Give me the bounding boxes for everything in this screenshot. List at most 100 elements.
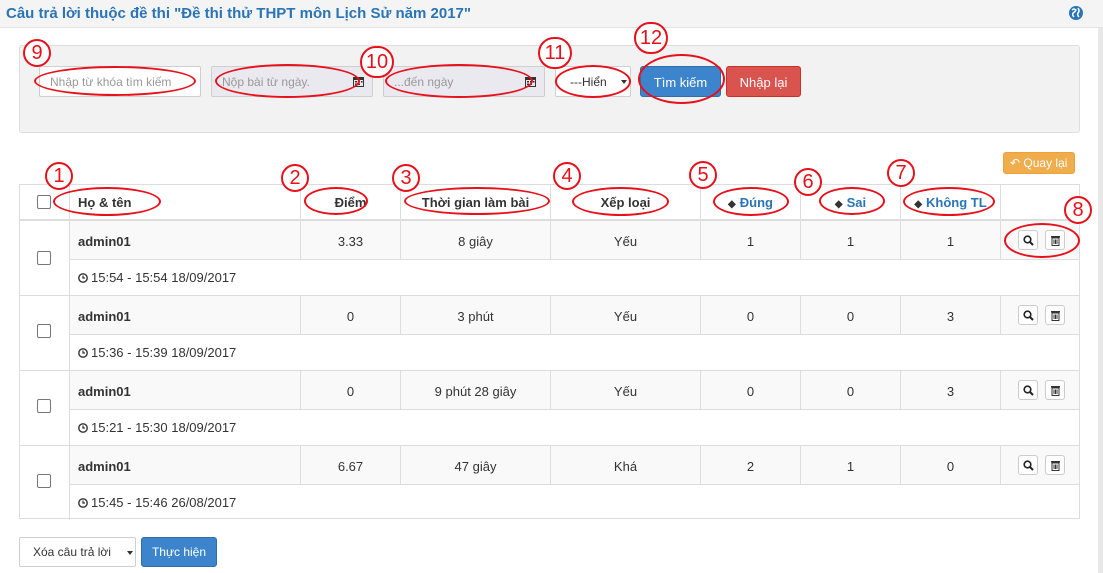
cell-rank: Yếu: [551, 371, 701, 410]
row-select-cell: [20, 296, 70, 370]
cell-duration: 47 giây: [401, 446, 551, 485]
delete-button[interactable]: [1045, 305, 1065, 325]
search-button[interactable]: Tìm kiếm: [640, 66, 721, 97]
submission-time: 15:45 - 15:46 26/08/2017: [78, 495, 236, 510]
row-select-cell: [20, 446, 70, 520]
cell-duration: 9 phút 28 giây: [401, 371, 551, 410]
header-select-cell: [20, 185, 70, 220]
submission-time-text: 15:36 - 15:39 18/09/2017: [91, 345, 237, 360]
view-button[interactable]: [1018, 230, 1038, 250]
cell-correct: 0: [701, 371, 801, 410]
keyword-search-input[interactable]: Nhập từ khóa tìm kiếm: [39, 66, 201, 97]
annotation-number: 12: [634, 22, 668, 54]
execute-button[interactable]: Thực hiện: [141, 537, 217, 567]
annotation-number: 7: [887, 159, 915, 187]
header-correct[interactable]: ◆ Đúng: [701, 185, 801, 220]
view-button[interactable]: [1018, 380, 1038, 400]
table-row: admin01 0 3 phút Yếu 0 0 3 15:36 - 15:39…: [20, 296, 1079, 371]
reset-button[interactable]: Nhập lại: [726, 66, 801, 97]
header-rank: Xếp loại: [551, 185, 701, 220]
clock-icon: [78, 273, 88, 283]
cell-correct: 2: [701, 446, 801, 485]
caret-down-icon: [127, 551, 133, 555]
clock-icon: [78, 423, 88, 433]
annotation-number: 1: [45, 162, 73, 190]
cell-correct: 0: [701, 296, 801, 335]
view-button[interactable]: [1018, 305, 1038, 325]
scrollbar[interactable]: [1098, 28, 1103, 573]
select-all-checkbox[interactable]: [37, 195, 51, 209]
undo-icon: ↶: [1010, 156, 1021, 170]
row-checkbox[interactable]: [37, 474, 51, 488]
sort-icon: ◆: [728, 199, 736, 210]
delete-button[interactable]: [1045, 380, 1065, 400]
cell-score: 6.67: [301, 446, 401, 485]
annotation-number: 5: [689, 161, 717, 189]
calendar-icon[interactable]: [525, 76, 536, 87]
cell-score: 3.33: [301, 221, 401, 260]
table-row: admin01 0 9 phút 28 giây Yếu 0 0 3 15:21…: [20, 371, 1079, 446]
cell-blank: 0: [901, 446, 1001, 485]
to-date-placeholder: ...đến ngày: [394, 75, 454, 89]
sort-icon: ◆: [914, 199, 923, 210]
cell-wrong: 1: [801, 221, 901, 260]
annotation-number: 2: [281, 164, 309, 192]
answers-table: Họ & tên Điểm Thời gian làm bài Xếp loại…: [19, 184, 1080, 520]
cell-score: 0: [301, 296, 401, 335]
clock-icon: [78, 348, 88, 358]
row-checkbox[interactable]: [37, 324, 51, 338]
header-name: Họ & tên: [70, 185, 301, 220]
globe-icon[interactable]: [1068, 5, 1084, 21]
cell-name: admin01: [70, 221, 301, 260]
annotation-number: 11: [538, 37, 572, 69]
cell-name: admin01: [70, 296, 301, 335]
trash-icon: [1050, 236, 1060, 246]
cell-rank: Yếu: [551, 221, 701, 260]
cell-wrong: 0: [801, 296, 901, 335]
header-correct-label: Đúng: [739, 195, 773, 210]
bulk-action-value: Xóa câu trả lời: [33, 545, 111, 559]
caret-down-icon: [621, 80, 627, 84]
cell-blank: 1: [901, 221, 1001, 260]
delete-button[interactable]: [1045, 230, 1065, 250]
cell-duration: 8 giây: [401, 221, 551, 260]
cell-name: admin01: [70, 371, 301, 410]
rank-select-value: ---Hiển: [570, 75, 607, 89]
keyword-placeholder: Nhập từ khóa tìm kiếm: [50, 75, 172, 89]
header-blank[interactable]: ◆ Không TL: [901, 185, 1001, 220]
page-header: Câu trả lời thuộc đề thi "Đề thi thử THP…: [0, 0, 1103, 28]
row-select-cell: [20, 371, 70, 445]
row-checkbox[interactable]: [37, 251, 51, 265]
from-date-input[interactable]: Nộp bài từ ngày.: [211, 66, 373, 97]
page-title: Câu trả lời thuộc đề thi "Đề thi thử THP…: [6, 5, 471, 22]
table-row: admin01 6.67 47 giây Khá 2 1 0 15:45 - 1…: [20, 446, 1079, 520]
table-row: admin01 3.33 8 giây Yếu 1 1 1 15:54 - 15…: [20, 221, 1079, 296]
cell-rank: Khá: [551, 446, 701, 485]
trash-icon: [1050, 311, 1060, 321]
calendar-icon[interactable]: [353, 76, 364, 87]
table-header: Họ & tên Điểm Thời gian làm bài Xếp loại…: [20, 185, 1079, 221]
back-button[interactable]: ↶ Quay lại: [1003, 152, 1075, 174]
submission-time: 15:54 - 15:54 18/09/2017: [78, 270, 236, 285]
bulk-action-select[interactable]: Xóa câu trả lời: [19, 537, 136, 567]
header-duration: Thời gian làm bài: [401, 185, 551, 220]
delete-button[interactable]: [1045, 455, 1065, 475]
search-icon: [1022, 310, 1034, 321]
trash-icon: [1050, 461, 1060, 471]
annotation-number: 9: [23, 39, 51, 67]
view-button[interactable]: [1018, 455, 1038, 475]
annotation-number: 8: [1064, 196, 1092, 224]
cell-wrong: 0: [801, 371, 901, 410]
rank-select[interactable]: ---Hiển: [555, 66, 631, 97]
search-icon: [1022, 460, 1034, 471]
to-date-input[interactable]: ...đến ngày: [383, 66, 545, 97]
row-checkbox[interactable]: [37, 399, 51, 413]
annotation-number: 10: [360, 46, 394, 78]
search-icon: [1022, 385, 1034, 396]
back-label: Quay lại: [1023, 156, 1068, 170]
header-score: Điểm: [301, 185, 401, 220]
cell-name: admin01: [70, 446, 301, 485]
submission-time-text: 15:21 - 15:30 18/09/2017: [91, 420, 237, 435]
submission-time-text: 15:45 - 15:46 26/08/2017: [91, 495, 237, 510]
search-icon: [1022, 235, 1034, 246]
